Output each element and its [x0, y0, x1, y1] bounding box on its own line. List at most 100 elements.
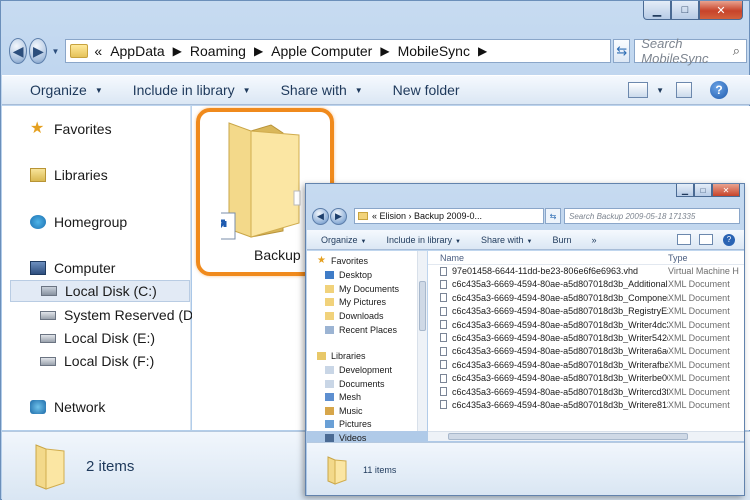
- include-in-library-menu[interactable]: Include in library ▼: [133, 82, 251, 98]
- nav-computer[interactable]: Computer: [30, 260, 115, 276]
- inset-nav-downloads[interactable]: Downloads: [325, 311, 384, 321]
- inset-search-input[interactable]: Search Backup 2009-05-18 171335: [564, 208, 740, 224]
- preview-pane-icon[interactable]: [676, 82, 692, 98]
- inset-nav-desktop[interactable]: Desktop: [325, 270, 372, 280]
- new-folder-button[interactable]: New folder: [393, 82, 460, 98]
- inset-nav-documents[interactable]: Documents: [325, 379, 385, 389]
- inset-nav-pictures[interactable]: Pictures: [325, 419, 372, 429]
- inset-maximize-button[interactable]: □: [694, 184, 712, 197]
- recent-pages-dropdown-icon[interactable]: ▼: [51, 47, 59, 56]
- address-overflow[interactable]: «: [94, 43, 102, 59]
- file-name: c6c435a3-6669-4594-80ae-a5d807018d3b_Wri…: [452, 386, 668, 397]
- scrollbar-thumb[interactable]: [448, 433, 688, 440]
- share-with-menu[interactable]: Share with ▼: [281, 82, 363, 98]
- breadcrumb-separator-icon[interactable]: ▶: [380, 44, 389, 58]
- breadcrumb-mobilesync[interactable]: MobileSync: [398, 43, 470, 59]
- folder-icon: [358, 212, 368, 220]
- inset-organize-menu[interactable]: Organize ▼: [321, 235, 366, 245]
- downloads-icon: [325, 312, 334, 320]
- close-button[interactable]: ✕: [699, 1, 743, 20]
- file-row[interactable]: c6c435a3-6669-4594-80ae-a5d807018d3b_Wri…: [428, 345, 744, 358]
- preview-pane-icon[interactable]: [699, 234, 713, 245]
- back-arrow-icon: ◀: [12, 42, 24, 59]
- breadcrumb-appdata[interactable]: AppData: [110, 43, 164, 59]
- address-bar[interactable]: « AppData ▶ Roaming ▶ Apple Computer ▶ M…: [65, 39, 612, 63]
- inset-nav-development[interactable]: Development: [325, 365, 392, 375]
- inset-horizontal-scrollbar[interactable]: [428, 431, 744, 441]
- nav-local-disk-f[interactable]: Local Disk (F:): [40, 353, 154, 369]
- homegroup-icon: [30, 215, 46, 229]
- breadcrumb-apple-computer[interactable]: Apple Computer: [271, 43, 372, 59]
- inset-nav-favorites[interactable]: ★ Favorites: [317, 255, 368, 267]
- chevron-down-icon[interactable]: ▼: [656, 86, 664, 95]
- star-icon: ★: [317, 255, 326, 266]
- inset-back-button[interactable]: ◀: [312, 207, 329, 225]
- xml-document-icon: [440, 279, 447, 289]
- nav-local-disk-e[interactable]: Local Disk (E:): [40, 330, 155, 346]
- item-count: 2 items: [86, 457, 135, 475]
- nav-system-reserved[interactable]: System Reserved (D:): [40, 307, 202, 323]
- nav-libraries[interactable]: Libraries: [30, 167, 108, 183]
- column-header-type[interactable]: Type: [668, 253, 688, 263]
- change-view-icon[interactable]: [628, 82, 649, 98]
- file-name-cell: c6c435a3-6669-4594-80ae-a5d807018d3b_Wri…: [440, 387, 668, 397]
- file-row[interactable]: c6c435a3-6669-4594-80ae-a5d807018d3b_Wri…: [428, 386, 744, 399]
- inset-minimize-button[interactable]: ▁: [676, 184, 694, 197]
- inset-nav-libraries[interactable]: Libraries: [317, 351, 366, 361]
- file-row[interactable]: c6c435a3-6669-4594-80ae-a5d807018d3b_Wri…: [428, 319, 744, 332]
- nav-network[interactable]: Network: [30, 399, 105, 415]
- column-header-name[interactable]: Name: [440, 253, 464, 263]
- inset-refresh-button[interactable]: ⇆: [545, 208, 561, 224]
- file-row[interactable]: c6c435a3-6669-4594-80ae-a5d807018d3b_Reg…: [428, 305, 744, 318]
- inset-close-button[interactable]: ✕: [712, 184, 740, 197]
- inset-nav-recent-places[interactable]: Recent Places: [325, 325, 397, 335]
- file-row[interactable]: c6c435a3-6669-4594-80ae-a5d807018d3b_Wri…: [428, 359, 744, 372]
- refresh-button[interactable]: ⇆: [613, 39, 631, 63]
- breadcrumb-separator-icon[interactable]: ▶: [173, 44, 182, 58]
- inset-burn-button[interactable]: Burn: [552, 235, 571, 245]
- inset-include-in-library-menu[interactable]: Include in library ▼: [386, 235, 460, 245]
- inset-nav-mesh-label: Mesh: [339, 392, 362, 402]
- inset-address-bar[interactable]: « Elision › Backup 2009-0...: [354, 208, 544, 224]
- backup-folder-item[interactable]: Backup: [208, 121, 311, 263]
- organize-menu[interactable]: Organize ▼: [30, 82, 103, 98]
- inset-nav-my-pictures[interactable]: My Pictures: [325, 297, 386, 307]
- inset-nav-my-documents-label: My Documents: [339, 284, 400, 294]
- minimize-button[interactable]: ▁: [643, 1, 671, 20]
- maximize-button[interactable]: □: [671, 1, 699, 20]
- inset-nav-scrollbar[interactable]: [417, 251, 427, 431]
- file-row[interactable]: c6c435a3-6669-4594-80ae-a5d807018d3b_Add…: [428, 278, 744, 291]
- file-row[interactable]: c6c435a3-6669-4594-80ae-a5d807018d3b_Wri…: [428, 332, 744, 345]
- file-row[interactable]: c6c435a3-6669-4594-80ae-a5d807018d3b_Wri…: [428, 372, 744, 385]
- inset-share-with-menu[interactable]: Share with ▼: [481, 235, 532, 245]
- back-button[interactable]: ◀: [9, 38, 28, 64]
- help-icon[interactable]: ?: [710, 81, 728, 99]
- breadcrumb-separator-icon[interactable]: ▶: [478, 44, 487, 58]
- help-icon[interactable]: ?: [723, 233, 735, 246]
- inset-more-label: »: [591, 234, 597, 245]
- forward-button[interactable]: ▶: [29, 38, 48, 64]
- inset-more-commands[interactable]: »: [591, 235, 596, 245]
- breadcrumb-separator-icon[interactable]: ▶: [254, 44, 263, 58]
- nav-favorites[interactable]: ★ Favorites: [30, 121, 112, 138]
- file-row[interactable]: 97e01458-6644-11dd-be23-806e6f6e6963.vhd…: [428, 265, 744, 278]
- file-type: XML Document: [668, 306, 730, 317]
- file-row[interactable]: c6c435a3-6669-4594-80ae-a5d807018d3b_Wri…: [428, 399, 744, 412]
- inset-nav-mesh[interactable]: Mesh: [325, 392, 361, 402]
- file-name-cell: c6c435a3-6669-4594-80ae-a5d807018d3b_Com…: [440, 293, 668, 303]
- inset-file-list: Name Type 97e01458-6644-11dd-be23-806e6f…: [428, 251, 744, 431]
- nav-local-disk-c[interactable]: Local Disk (C:): [10, 280, 190, 302]
- file-row[interactable]: c6c435a3-6669-4594-80ae-a5d807018d3b_Com…: [428, 292, 744, 305]
- navigation-bar: ◀ ▶ ▼ « AppData ▶ Roaming ▶ Apple Comput…: [9, 35, 747, 67]
- search-input[interactable]: Search MobileSync ⌕: [634, 36, 747, 66]
- inset-burn-label: Burn: [552, 234, 572, 245]
- change-view-icon[interactable]: [677, 234, 691, 245]
- inset-nav-my-documents[interactable]: My Documents: [325, 284, 399, 294]
- breadcrumb-roaming[interactable]: Roaming: [190, 43, 246, 59]
- file-name-cell: 97e01458-6644-11dd-be23-806e6f6e6963.vhd: [440, 266, 668, 276]
- inset-nav-music[interactable]: Music: [325, 406, 363, 416]
- nav-homegroup[interactable]: Homegroup: [30, 214, 127, 230]
- nav-local-disk-f-label: Local Disk (F:): [64, 353, 155, 369]
- scrollbar-thumb[interactable]: [419, 281, 426, 331]
- inset-forward-button[interactable]: ▶: [330, 207, 347, 225]
